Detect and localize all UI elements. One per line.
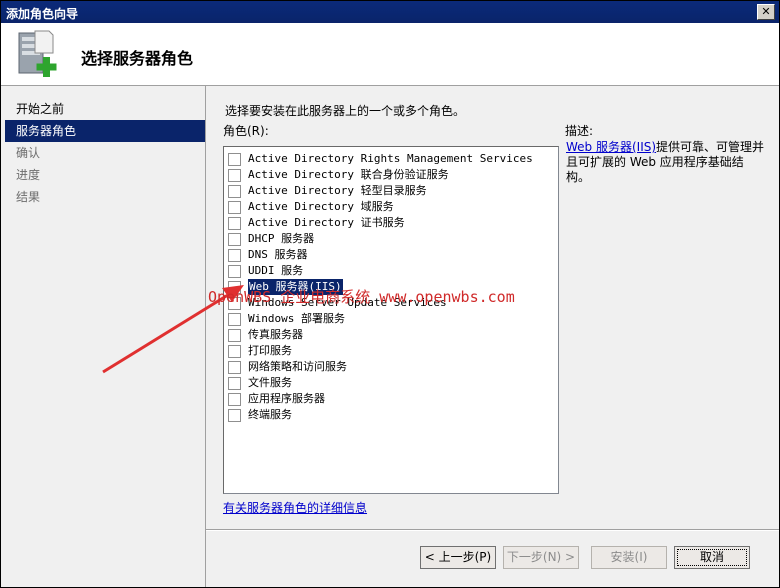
description-text: Web 服务器(IIS)提供可靠、可管理并且可扩展的 Web 应用程序基础结构。	[566, 140, 766, 185]
role-list-item[interactable]: DHCP 服务器	[228, 231, 548, 247]
step-before-you-begin[interactable]: 开始之前	[1, 98, 205, 120]
role-list-item[interactable]: UDDI 服务	[228, 263, 548, 279]
wizard-steps-sidebar: 开始之前 服务器角色 确认 进度 结果	[1, 86, 206, 587]
next-button[interactable]: 下一步(N) >	[503, 546, 579, 569]
page-title: 选择服务器角色	[81, 49, 194, 68]
role-label[interactable]: 文件服务	[248, 375, 292, 391]
role-label[interactable]: 打印服务	[248, 343, 292, 359]
role-checkbox[interactable]	[228, 217, 241, 230]
role-list-item[interactable]: Windows 部署服务	[228, 311, 548, 327]
role-checkbox[interactable]	[228, 201, 241, 214]
role-checkbox[interactable]	[228, 249, 241, 262]
server-add-icon	[18, 30, 57, 77]
roles-listbox[interactable]: Active Directory Rights Management Servi…	[223, 146, 559, 494]
previous-button[interactable]: < 上一步(P)	[420, 546, 496, 569]
main-content: 选择要安装在此服务器上的一个或多个角色。 角色(R): Active Direc…	[206, 86, 779, 587]
role-checkbox[interactable]	[228, 153, 241, 166]
role-list-item[interactable]: 网络策略和访问服务	[228, 359, 548, 375]
role-list-item[interactable]: Active Directory 轻型目录服务	[228, 183, 548, 199]
cancel-button[interactable]: 取消	[674, 546, 750, 569]
role-list-item[interactable]: DNS 服务器	[228, 247, 548, 263]
install-button[interactable]: 安装(I)	[591, 546, 667, 569]
role-label[interactable]: 终端服务	[248, 407, 292, 423]
role-checkbox[interactable]	[228, 345, 241, 358]
role-checkbox[interactable]	[228, 377, 241, 390]
role-label[interactable]: Active Directory 域服务	[248, 199, 394, 215]
role-checkbox[interactable]	[228, 265, 241, 278]
role-label[interactable]: 网络策略和访问服务	[248, 359, 347, 375]
step-results: 结果	[16, 190, 41, 204]
watermark-text: OpenWBS 企业电商系统 www.openwbs.com	[208, 288, 515, 306]
title-bar[interactable]: 添加角色向导 ✕	[1, 1, 779, 23]
role-label[interactable]: 应用程序服务器	[248, 391, 325, 407]
divider	[206, 529, 779, 531]
close-icon[interactable]: ✕	[757, 4, 775, 20]
role-list-item[interactable]: 打印服务	[228, 343, 548, 359]
role-label[interactable]: UDDI 服务	[248, 263, 303, 279]
role-list-item[interactable]: Active Directory 域服务	[228, 199, 548, 215]
role-checkbox[interactable]	[228, 313, 241, 326]
role-list-item[interactable]: Active Directory Rights Management Servi…	[228, 151, 548, 167]
role-list-item[interactable]: 应用程序服务器	[228, 391, 548, 407]
role-list-item[interactable]: Active Directory 证书服务	[228, 215, 548, 231]
step-server-roles[interactable]: 服务器角色	[5, 120, 205, 142]
instruction-text: 选择要安装在此服务器上的一个或多个角色。	[225, 104, 466, 118]
role-checkbox[interactable]	[228, 329, 241, 342]
role-label[interactable]: Windows 部署服务	[248, 311, 345, 327]
more-info-link[interactable]: 有关服务器角色的详细信息	[223, 499, 367, 516]
role-label[interactable]: Active Directory 证书服务	[248, 215, 405, 231]
step-progress: 进度	[16, 168, 41, 182]
roles-label: 角色(R):	[223, 124, 269, 138]
role-label[interactable]: Active Directory 轻型目录服务	[248, 183, 427, 199]
wizard-header: 选择服务器角色	[1, 23, 779, 86]
role-label[interactable]: 传真服务器	[248, 327, 303, 343]
role-checkbox[interactable]	[228, 185, 241, 198]
role-list-item[interactable]: 终端服务	[228, 407, 548, 423]
role-label[interactable]: Active Directory Rights Management Servi…	[248, 151, 533, 167]
role-checkbox[interactable]	[228, 393, 241, 406]
role-list-item[interactable]: 传真服务器	[228, 327, 548, 343]
role-checkbox[interactable]	[228, 169, 241, 182]
role-list-item[interactable]: 文件服务	[228, 375, 548, 391]
role-checkbox[interactable]	[228, 409, 241, 422]
step-confirmation: 确认	[16, 146, 41, 160]
role-label[interactable]: DHCP 服务器	[248, 231, 314, 247]
role-list-item[interactable]: Active Directory 联合身份验证服务	[228, 167, 548, 183]
description-role-link[interactable]: Web 服务器(IIS)	[566, 140, 656, 154]
role-checkbox[interactable]	[228, 361, 241, 374]
description-label: 描述:	[565, 124, 594, 138]
window-title: 添加角色向导	[6, 7, 79, 21]
role-label[interactable]: DNS 服务器	[248, 247, 308, 263]
role-checkbox[interactable]	[228, 233, 241, 246]
role-label[interactable]: Active Directory 联合身份验证服务	[248, 167, 449, 183]
